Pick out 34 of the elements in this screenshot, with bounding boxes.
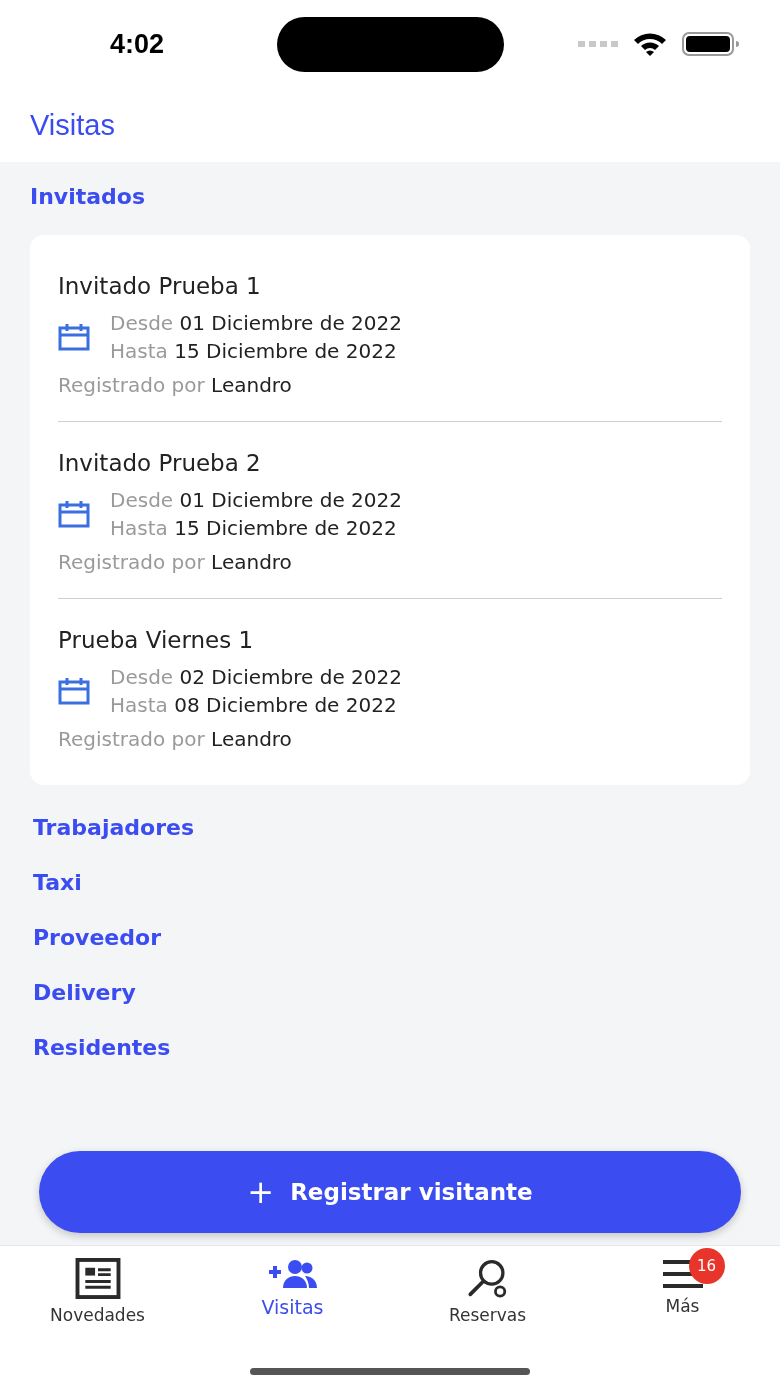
newspaper-icon [74,1258,121,1299]
tab-bar-item[interactable]: Novedades [0,1246,195,1326]
calendar-icon [58,677,90,705]
battery-icon [682,32,740,56]
notification-badge: 16 [688,1248,725,1284]
registered-by: Registrado por Leandro [58,372,292,399]
tab-bar-item[interactable]: Visitas [195,1246,390,1326]
end-date: Hasta 15 Diciembre de 2022 [110,338,397,365]
wifi-icon [632,31,668,57]
registered-by: Registrado por Leandro [58,549,292,576]
visitor-name: Invitado Prueba 1 [58,273,261,299]
section-title[interactable]: Trabajadores [33,815,194,840]
add-people-icon [266,1258,319,1290]
register-visitor-button[interactable]: + Registrar visitante [39,1151,741,1233]
signal-icon [578,40,618,48]
end-date: Hasta 08 Diciembre de 2022 [110,692,397,719]
tab-bar-item[interactable]: Reservas [390,1246,585,1326]
calendar-icon [58,323,90,351]
page-title: Visitas [30,108,115,142]
start-date: Desde 01 Diciembre de 2022 [110,310,402,337]
section-title[interactable]: Delivery [33,980,136,1005]
section-title[interactable]: Proveedor [33,925,161,950]
section-title[interactable]: Invitados [30,184,146,209]
section-title[interactable]: Residentes [33,1035,171,1060]
start-date: Desde 01 Diciembre de 2022 [110,487,402,514]
registered-by: Registrado por Leandro [58,726,292,753]
visitor-name: Invitado Prueba 2 [58,450,261,476]
clock-time: 4:02 [110,28,165,60]
visitor-name: Prueba Viernes 1 [58,627,254,653]
section-title[interactable]: Taxi [33,870,82,895]
calendar-icon [58,500,90,528]
start-date: Desde 02 Diciembre de 2022 [110,664,402,691]
tab-bar-item[interactable]: Más 16 [585,1246,780,1326]
end-date: Hasta 15 Diciembre de 2022 [110,515,397,542]
